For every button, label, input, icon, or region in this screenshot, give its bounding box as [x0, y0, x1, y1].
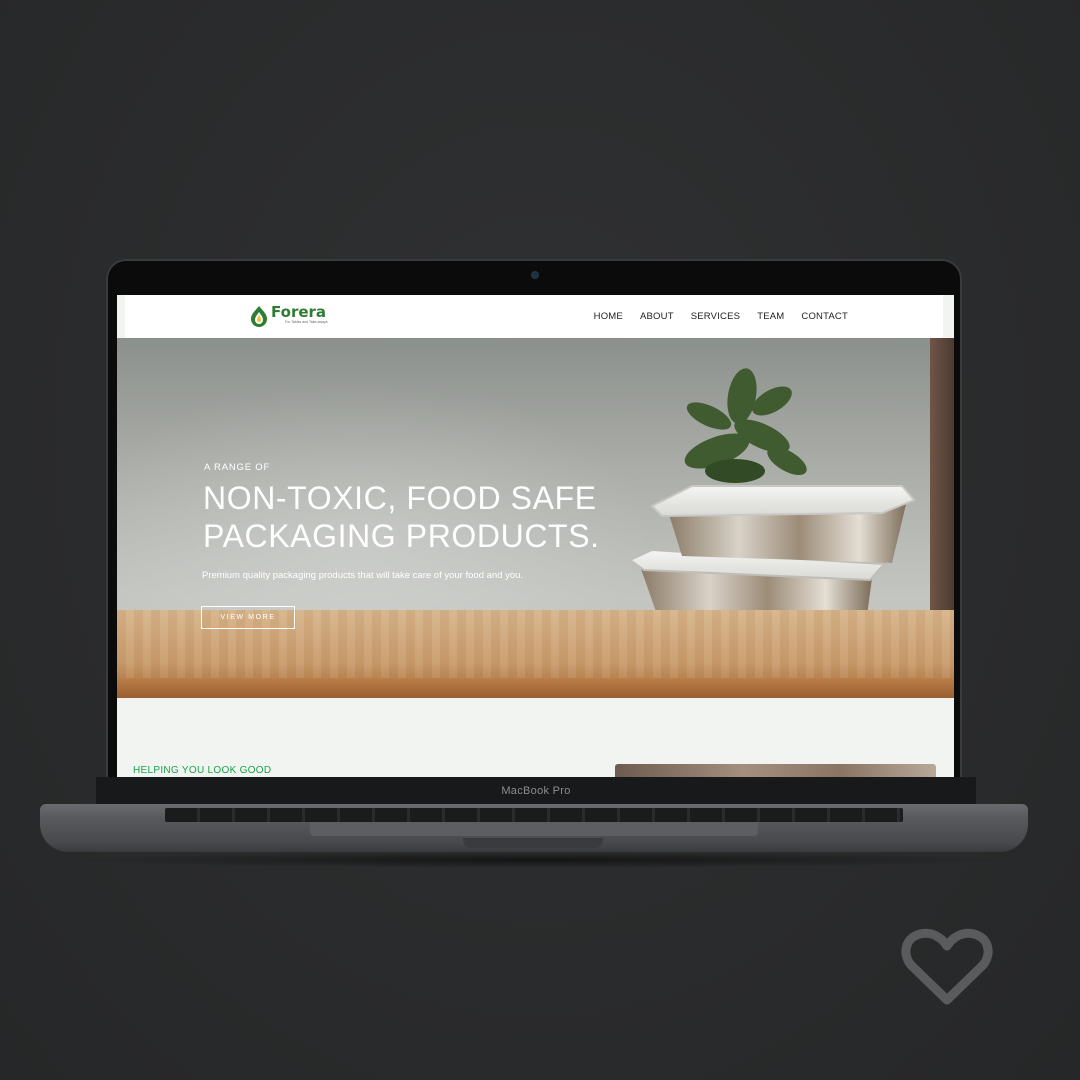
logo-name: Forera	[271, 303, 327, 321]
laptop-chin: MacBook Pro	[96, 777, 976, 805]
hero-banner: A RANGE OF NON-TOXIC, FOOD SAFE PACKAGIN…	[117, 338, 954, 698]
heart-outline-icon[interactable]	[900, 926, 994, 1008]
table-edge	[117, 678, 954, 698]
hero-headline: NON-TOXIC, FOOD SAFE PACKAGING PRODUCTS.	[203, 479, 600, 555]
webcam	[532, 272, 538, 278]
hero-subtitle: Premium quality packaging products that …	[202, 570, 524, 581]
section-image	[615, 764, 936, 777]
about-section: HELPING YOU LOOK GOOD	[117, 698, 954, 777]
device-label: MacBook Pro	[501, 785, 571, 797]
logo-tagline: For Tables and Take-aways	[285, 320, 328, 324]
keyboard	[165, 808, 903, 822]
hero-eyebrow: A RANGE OF	[204, 462, 271, 473]
main-menu: HOME ABOUT SERVICES TEAM CONTACT	[594, 311, 848, 322]
nav-home[interactable]: HOME	[594, 311, 623, 322]
leaf-drop-logo-icon	[251, 306, 267, 327]
view-more-button[interactable]: VIEW MORE	[201, 606, 295, 629]
hero-background-wall	[930, 338, 954, 610]
hero-headline-line1: NON-TOXIC, FOOD SAFE	[203, 480, 597, 516]
laptop-shadow	[60, 852, 1020, 868]
site-logo[interactable]: Forera For Tables and Take-aways	[249, 305, 327, 327]
section-label: HELPING YOU LOOK GOOD	[133, 765, 272, 776]
trackpad	[310, 822, 758, 836]
laptop-screen: Forera For Tables and Take-aways HOME AB…	[117, 295, 954, 777]
plant-image	[684, 368, 807, 483]
nav-about[interactable]: ABOUT	[640, 311, 674, 322]
nav-services[interactable]: SERVICES	[691, 311, 740, 322]
nav-team[interactable]: TEAM	[757, 311, 784, 322]
logo-text: Forera For Tables and Take-aways	[271, 305, 327, 325]
nav-contact[interactable]: CONTACT	[801, 311, 848, 322]
lid-opening-notch	[463, 838, 603, 848]
site-header: Forera For Tables and Take-aways HOME AB…	[125, 295, 943, 338]
hero-headline-line2: PACKAGING PRODUCTS.	[203, 518, 600, 554]
